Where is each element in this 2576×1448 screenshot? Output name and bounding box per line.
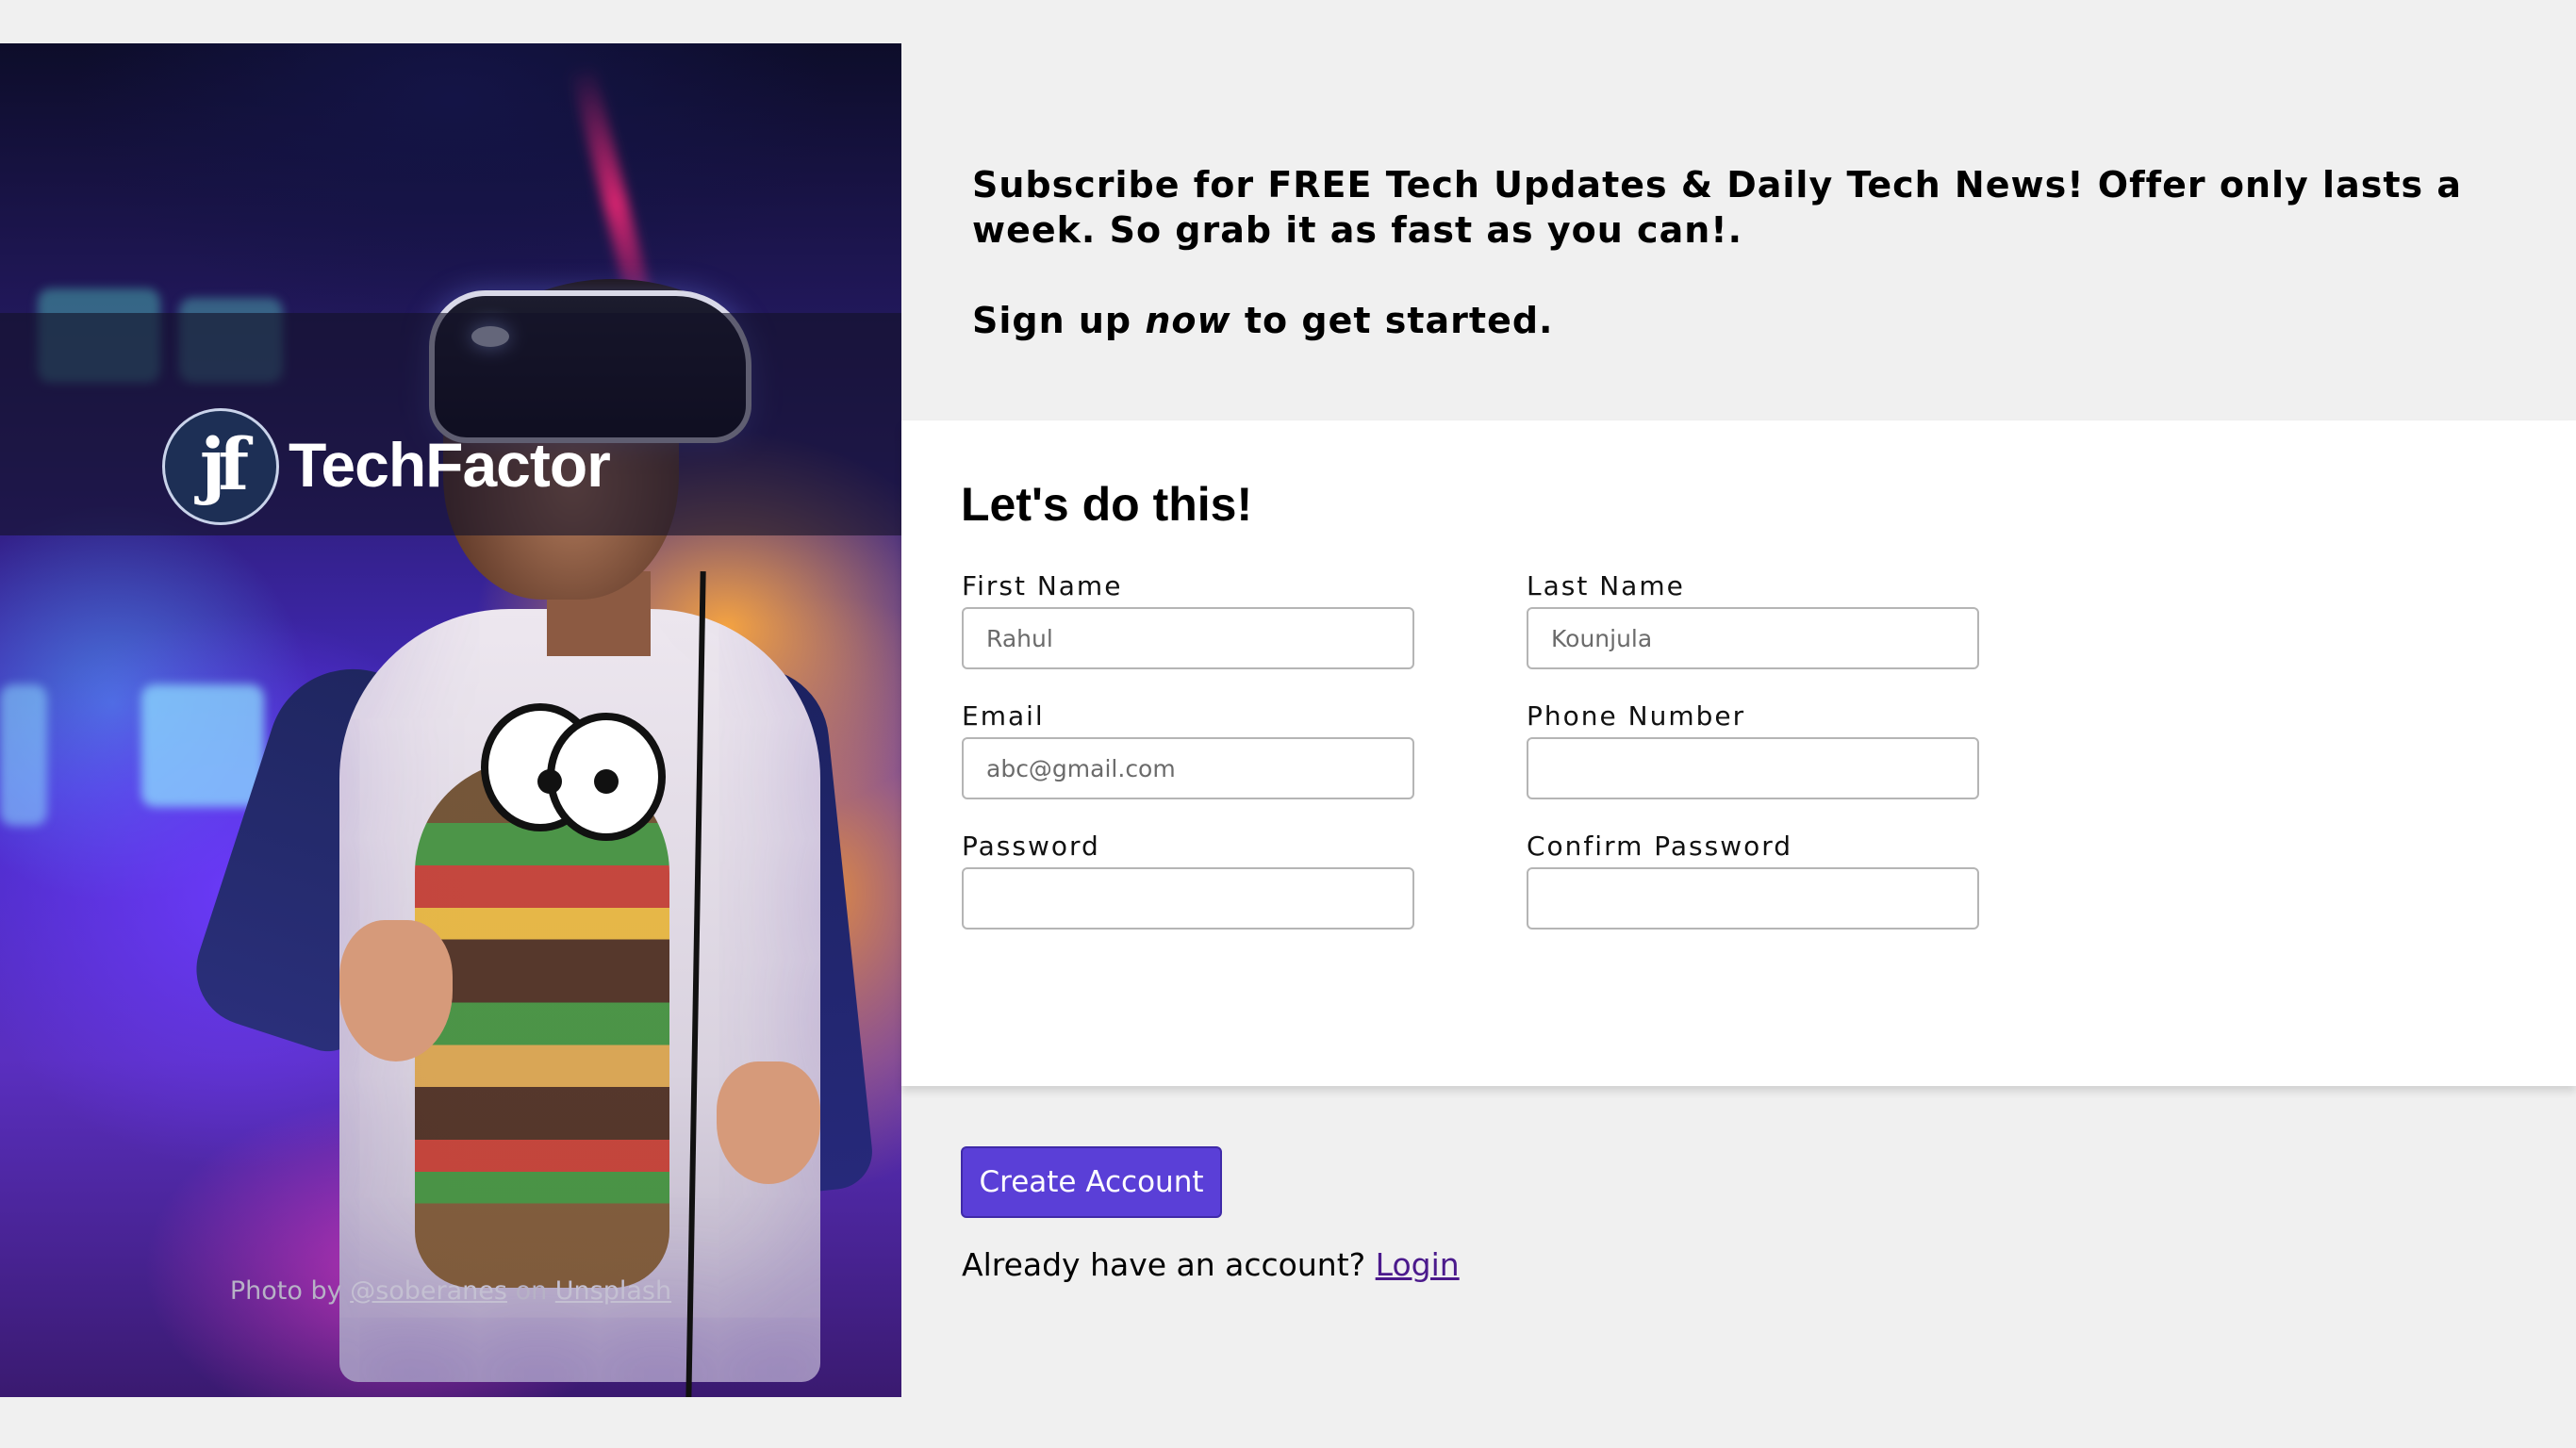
first-name-label: First Name [962,570,1123,601]
photo-author-link[interactable]: @soberanes [350,1276,507,1306]
photo-credit-middle: on [515,1276,548,1306]
email-label: Email [962,700,1045,732]
person-hand-left [339,920,453,1061]
offer-text: Subscribe for FREE Tech Updates & Daily … [972,164,2463,251]
create-account-button[interactable]: Create Account [961,1146,1222,1218]
phone-number-label: Phone Number [1527,700,1746,732]
intro-section: Subscribe for FREE Tech Updates & Daily … [972,162,2518,343]
brand-name: TechFactor [289,430,611,500]
logo-band [0,313,901,535]
signup-emphasis: now [1145,300,1231,341]
phone-number-input[interactable] [1527,737,1979,799]
login-prompt-line: Already have an account? Login [962,1246,1460,1283]
hero-image [0,43,901,1397]
last-name-label: Last Name [1527,570,1685,601]
confirm-password-label: Confirm Password [1527,831,1793,862]
confirm-password-input[interactable] [1527,867,1979,930]
login-prompt: Already have an account? [962,1246,1366,1283]
photo-credit: Photo by @soberanes on Unsplash [0,1276,901,1306]
brand-mark: jf [199,421,249,506]
signup-line: Sign up now to get started. [972,298,2518,343]
cartoon-pupil-right [594,769,619,794]
email-input[interactable] [962,737,1414,799]
person-hand-right [717,1061,820,1184]
burger-shirt-print [415,760,669,1288]
last-name-input[interactable] [1527,607,1979,669]
signup-suffix: to get started. [1244,300,1554,341]
form-title: Let's do this! [961,478,1253,531]
password-label: Password [962,831,1100,862]
login-link[interactable]: Login [1376,1246,1460,1283]
photo-credit-prefix: Photo by [229,1276,342,1306]
signup-prefix: Sign up [972,300,1132,341]
first-name-input[interactable] [962,607,1414,669]
unsplash-link[interactable]: Unsplash [555,1276,671,1306]
cartoon-pupil-left [537,769,562,794]
person-with-vr-headset [0,43,901,1397]
password-input[interactable] [962,867,1414,930]
brand-logo-icon: jf [162,408,279,525]
